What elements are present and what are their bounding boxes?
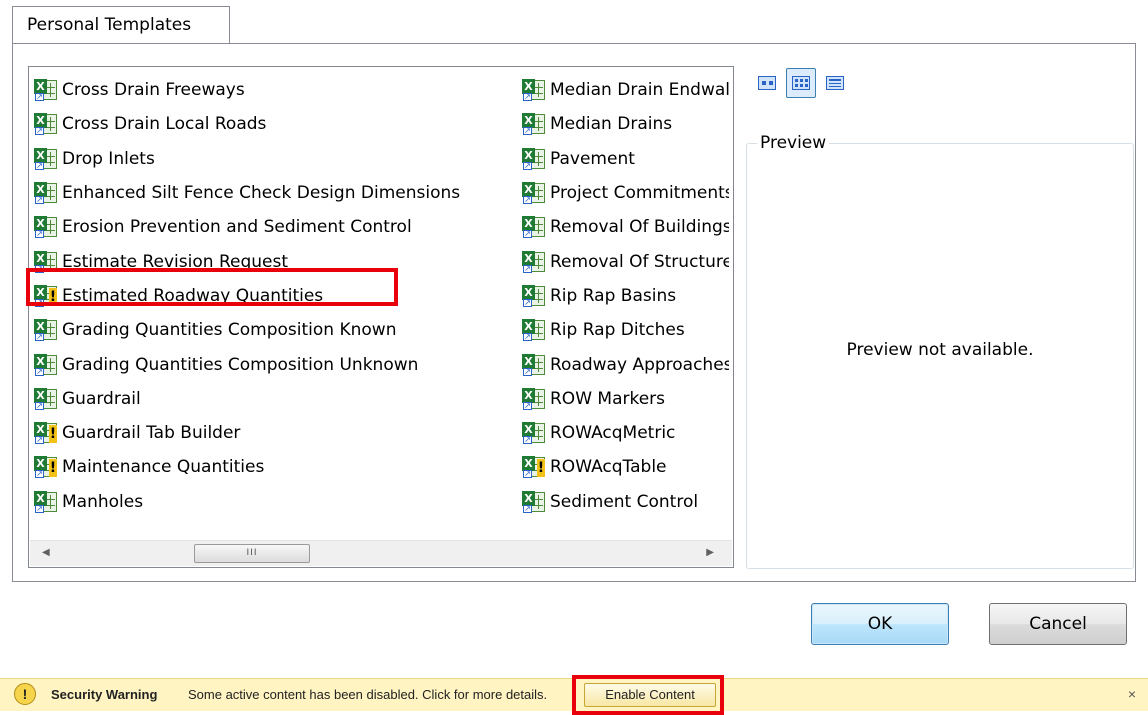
template-list-item[interactable]: X ↗ Removal Of Structures <box>521 244 729 278</box>
excel-template-icon: X ↗ <box>521 250 547 274</box>
template-list-item[interactable]: X ↗ Cross Drain Local Roads <box>33 107 519 141</box>
tab-personal-templates[interactable]: Personal Templates <box>12 6 230 44</box>
scrollbar-thumb[interactable]: III <box>194 544 310 563</box>
template-list-item[interactable]: X ↗ Erosion Prevention and Sediment Contro… <box>33 210 519 244</box>
template-list-item[interactable]: X ↗ Pavement <box>521 142 729 176</box>
excel-template-warning-icon: X ↗! <box>33 455 59 479</box>
template-list-item[interactable]: X ↗ Roadway Approaches <box>521 347 729 381</box>
template-list-item-label: Median Drain Endwalls <box>550 80 729 101</box>
template-list-item[interactable]: X ↗! Maintenance Quantities <box>33 450 519 484</box>
template-list-item-label: Roadway Approaches <box>550 354 729 375</box>
template-list-item-label: Erosion Prevention and Sediment Control <box>62 217 412 238</box>
excel-template-icon: X ↗ <box>33 318 59 342</box>
template-list-item-label: Grading Quantities Composition Unknown <box>62 354 419 375</box>
template-list-item[interactable]: X ↗ Rip Rap Basins <box>521 279 729 313</box>
large-icons-view-button[interactable] <box>752 68 782 98</box>
excel-template-icon: X ↗ <box>521 387 547 411</box>
excel-template-icon: X ↗ <box>521 490 547 514</box>
template-list-item-label: Rip Rap Ditches <box>550 320 685 341</box>
large-icons-view-icon <box>758 76 776 90</box>
excel-template-icon: X ↗ <box>521 284 547 308</box>
template-list-item-label: Project Commitments <box>550 183 729 204</box>
highlight-estimated-roadway-quantities <box>26 268 398 306</box>
template-list-item[interactable]: X ↗! ROWAcqTable <box>521 450 729 484</box>
template-list-item[interactable]: X ↗ Removal Of Buildings <box>521 210 729 244</box>
preview-title: Preview <box>757 133 830 153</box>
excel-template-icon: X ↗ <box>33 181 59 205</box>
excel-template-icon: X ↗ <box>521 353 547 377</box>
template-list-item-label: Enhanced Silt Fence Check Design Dimensi… <box>62 183 461 204</box>
template-list-item[interactable]: X ↗ Cross Drain Freeways <box>33 73 519 107</box>
excel-template-icon: X ↗ <box>521 147 547 171</box>
template-list-item[interactable]: X ↗ Grading Quantities Composition Unknown <box>33 347 519 381</box>
excel-template-icon: X ↗ <box>33 387 59 411</box>
enable-content-button[interactable]: Enable Content <box>584 683 716 707</box>
details-view-icon <box>826 76 844 90</box>
template-list-item[interactable]: X ↗ ROWAcqMetric <box>521 416 729 450</box>
template-list-item[interactable]: X ↗ Drop Inlets <box>33 142 519 176</box>
template-list-item[interactable]: X ↗ Manholes <box>33 485 519 519</box>
list-view-button[interactable] <box>786 68 816 98</box>
template-list-item[interactable]: X ↗! Guardrail Tab Builder <box>33 416 519 450</box>
template-list-item-label: Cross Drain Freeways <box>62 80 245 101</box>
template-list-item-label: Pavement <box>550 148 635 169</box>
details-view-button[interactable] <box>820 68 850 98</box>
preview-group: Preview Preview not available. <box>746 133 1134 569</box>
template-list-item[interactable]: X ↗ Median Drain Endwalls <box>521 73 729 107</box>
template-list-item[interactable]: X ↗ Median Drains <box>521 107 729 141</box>
template-list-item-label: Grading Quantities Composition Known <box>62 320 397 341</box>
excel-template-icon: X ↗ <box>521 318 547 342</box>
template-list-item-label: Guardrail Tab Builder <box>62 423 241 444</box>
security-warning-bar[interactable]: ! Security Warning Some active content h… <box>0 675 1148 715</box>
template-list-item-label: ROW Markers <box>550 388 666 409</box>
scroll-left-icon[interactable]: ◀ <box>42 547 50 558</box>
excel-template-icon: X ↗ <box>33 112 59 136</box>
ok-button[interactable]: OK <box>811 603 949 645</box>
template-list-item[interactable]: X ↗ Rip Rap Ditches <box>521 313 729 347</box>
template-list-column-2: X ↗ Median Drain Endwalls X ↗ Median Drains X ↗… <box>521 73 729 519</box>
template-list[interactable]: X ↗ Cross Drain Freeways X ↗ Cross Drain Loca… <box>28 66 734 568</box>
template-list-item[interactable]: X ↗ Enhanced Silt Fence Check Design Dimen… <box>33 176 519 210</box>
template-list-item-label: Sediment Control <box>550 491 699 512</box>
template-list-item-label: Cross Drain Local Roads <box>62 114 267 135</box>
cancel-button[interactable]: Cancel <box>989 603 1127 645</box>
security-warning-message[interactable]: Some active content has been disabled. C… <box>188 687 547 702</box>
excel-template-icon: X ↗ <box>521 181 547 205</box>
excel-template-icon: X ↗ <box>521 421 547 445</box>
template-list-item-label: Removal Of Buildings <box>550 217 729 238</box>
template-list-item-label: ROWAcqTable <box>550 457 667 478</box>
excel-template-icon: X ↗ <box>33 78 59 102</box>
template-list-item-label: Median Drains <box>550 114 673 135</box>
template-list-item-label: Drop Inlets <box>62 148 155 169</box>
template-list-item[interactable]: X ↗ Guardrail <box>33 382 519 416</box>
warning-icon: ! <box>14 683 36 705</box>
template-list-item-label: Rip Rap Basins <box>550 285 677 306</box>
view-mode-buttons <box>752 68 850 98</box>
horizontal-scrollbar[interactable]: ◀ III ▶ <box>30 540 732 566</box>
scroll-right-icon[interactable]: ▶ <box>706 547 714 558</box>
template-list-item[interactable]: X ↗ Sediment Control <box>521 485 729 519</box>
template-list-item[interactable]: X ↗ ROW Markers <box>521 382 729 416</box>
template-list-item-label: Removal Of Structures <box>550 251 729 272</box>
template-list-item-label: Maintenance Quantities <box>62 457 265 478</box>
excel-template-icon: X ↗ <box>521 78 547 102</box>
excel-template-warning-icon: X ↗! <box>521 455 547 479</box>
close-icon[interactable]: × <box>1128 686 1136 702</box>
excel-template-icon: X ↗ <box>33 215 59 239</box>
template-list-item[interactable]: X ↗ Project Commitments <box>521 176 729 210</box>
excel-template-icon: X ↗ <box>33 490 59 514</box>
list-view-icon <box>792 76 810 90</box>
tab-strip: Personal Templates <box>0 0 1148 44</box>
excel-template-icon: X ↗ <box>521 215 547 239</box>
excel-template-icon: X ↗ <box>33 147 59 171</box>
excel-template-icon: X ↗ <box>521 112 547 136</box>
template-list-item-label: Guardrail <box>62 388 141 409</box>
template-list-item[interactable]: X ↗ Grading Quantities Composition Known <box>33 313 519 347</box>
template-list-item-label: Manholes <box>62 491 144 512</box>
template-list-item-label: ROWAcqMetric <box>550 423 676 444</box>
security-warning-title: Security Warning <box>51 687 158 702</box>
preview-message: Preview not available. <box>846 340 1034 360</box>
excel-template-icon: X ↗ <box>33 353 59 377</box>
excel-template-warning-icon: X ↗! <box>33 421 59 445</box>
